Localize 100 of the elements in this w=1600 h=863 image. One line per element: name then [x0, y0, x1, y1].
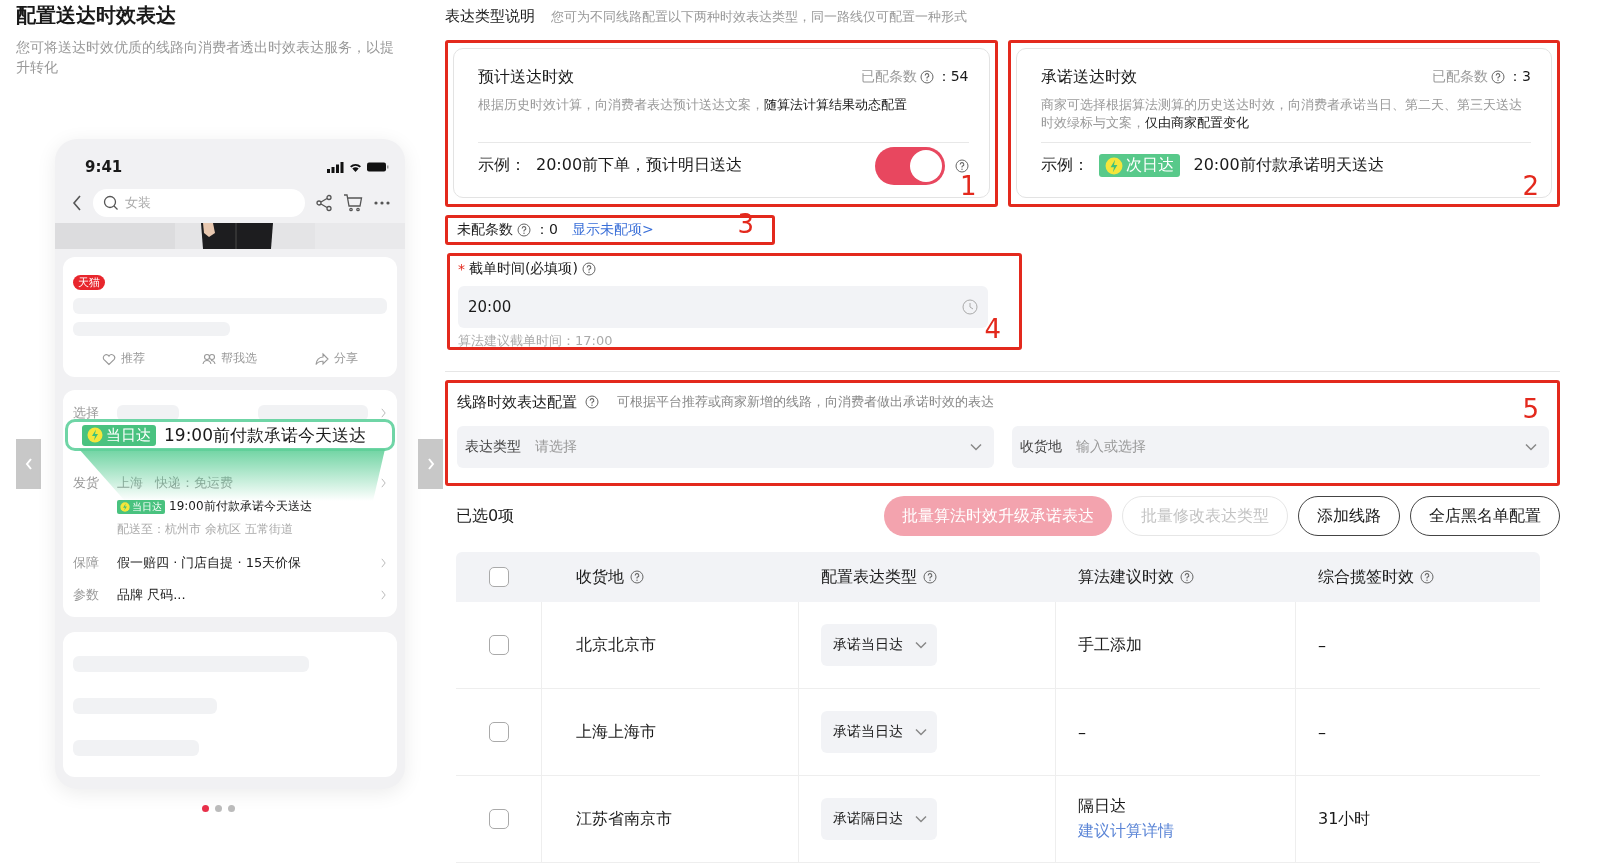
- example-text: 20:00前下单，预计明日送达: [536, 155, 743, 177]
- toggle-switch[interactable]: [874, 146, 945, 185]
- chevron-right-icon: [380, 558, 387, 568]
- delivery-badge: 当日达: [82, 424, 156, 446]
- chevron-right-icon: [380, 590, 387, 600]
- example-label: 示例：: [1040, 155, 1089, 177]
- row-checkbox[interactable]: [488, 722, 509, 742]
- ship-origin: 上海: [117, 474, 143, 492]
- chevron-right-icon: [426, 458, 435, 470]
- filter-select[interactable]: 表达类型 请选择: [457, 425, 994, 468]
- caret-down-icon: [915, 728, 927, 736]
- type-select[interactable]: 承诺当日达: [821, 624, 937, 666]
- clock-icon: [962, 298, 978, 315]
- card-title: 承诺送达时效: [1040, 66, 1137, 88]
- details-link[interactable]: 建议计算详情: [1078, 821, 1174, 842]
- caret-down-icon: [915, 815, 927, 823]
- row-checkbox[interactable]: [488, 635, 509, 655]
- pager-dot[interactable]: [214, 805, 222, 812]
- action-button[interactable]: 添加线路: [1298, 496, 1400, 537]
- pager-dot[interactable]: [201, 805, 209, 812]
- lightning-icon: [120, 501, 130, 512]
- count-value: ：54: [936, 68, 969, 87]
- card-description: 根据历史时效计算，向消费者表达预计送达文案，随算法计算结果动态配置: [478, 95, 908, 114]
- help-icon[interactable]: [1420, 570, 1434, 584]
- status-time: 9:41: [85, 158, 123, 176]
- page-title: 配置送达时效表达: [16, 2, 177, 29]
- page-subtitle: 您可将送达时效优质的线路向消费者透出时效表达服务，以提升转化: [16, 38, 395, 77]
- more-icon[interactable]: [373, 200, 391, 206]
- lightning-icon: [1104, 156, 1123, 175]
- delivery-address: 配送至：杭州市 余杭区 五常街道: [117, 521, 294, 538]
- forward-icon: [315, 351, 330, 366]
- help-icon[interactable]: [1491, 70, 1506, 85]
- filter-select[interactable]: 收货地 输入或选择: [1012, 425, 1549, 468]
- store-tag: 天猫: [73, 275, 105, 290]
- signal-icon: [327, 161, 344, 173]
- heart-icon: [101, 351, 116, 366]
- annotation-number: 5: [1522, 394, 1539, 423]
- chevron-right-icon: [380, 408, 387, 418]
- row-checkbox[interactable]: [488, 809, 509, 829]
- search-icon: [103, 195, 119, 211]
- pager-dot[interactable]: [227, 805, 235, 812]
- help-icon[interactable]: [517, 223, 531, 238]
- help-icon[interactable]: [954, 158, 969, 173]
- help-icon[interactable]: [581, 261, 596, 276]
- delivery-badge: 次日达: [1098, 154, 1180, 178]
- column-header: 配置表达类型: [821, 566, 917, 588]
- callout-text: 19:00前付款承诺今天送达: [164, 423, 366, 447]
- caret-down-icon: [970, 442, 982, 451]
- row-value: 品牌 尺码...: [117, 586, 187, 604]
- help-icon[interactable]: [919, 70, 934, 85]
- table-cell: 31小时: [1318, 808, 1371, 830]
- row-label: 保障: [73, 554, 100, 572]
- lightning-icon: [87, 427, 103, 443]
- row-label: 参数: [73, 586, 100, 604]
- help-icon[interactable]: [923, 570, 937, 584]
- table-cell: –: [1318, 722, 1326, 742]
- wifi-icon: [349, 161, 362, 173]
- caret-down-icon: [1525, 442, 1537, 451]
- section-title: 表达类型说明: [445, 7, 535, 27]
- time-field[interactable]: 20:00: [458, 285, 988, 328]
- count-value: ：3: [1508, 68, 1531, 87]
- table-cell: 北京北京市: [576, 634, 656, 656]
- section-title: 线路时效表达配置: [457, 392, 577, 412]
- help-icon[interactable]: [630, 570, 644, 584]
- action-button[interactable]: 全店黑名单配置: [1410, 496, 1560, 537]
- count-label: 已配条数: [1432, 68, 1489, 87]
- field-label: 截单时间(必填项): [469, 259, 578, 278]
- help-icon[interactable]: [585, 395, 599, 410]
- annotation-number: 2: [1522, 172, 1539, 201]
- back-icon[interactable]: [71, 194, 83, 212]
- column-header: 算法建议时效: [1078, 566, 1174, 588]
- cart-icon[interactable]: [343, 194, 363, 212]
- column-header: 收货地: [576, 566, 624, 588]
- example-label: 示例：: [478, 155, 526, 177]
- select-all-checkbox[interactable]: [489, 567, 509, 587]
- table-cell: 江苏省南京市: [576, 808, 672, 830]
- table-cell: –: [1318, 635, 1326, 655]
- unconfigured-count: ：0: [535, 221, 558, 240]
- show-unconfigured-link[interactable]: 显示未配项>: [571, 221, 654, 240]
- chevron-left-icon: [24, 458, 33, 470]
- count-label: 已配条数: [860, 68, 917, 87]
- table-cell: 上海上海市: [576, 721, 656, 743]
- share-icon[interactable]: [315, 194, 333, 212]
- shipping-info: 快递：免运费: [155, 474, 234, 492]
- row-label: 选择: [73, 404, 100, 422]
- caret-down-icon: [915, 641, 927, 649]
- unconfigured-label: 未配条数: [457, 221, 513, 240]
- type-select[interactable]: 承诺当日达: [821, 711, 937, 753]
- type-select[interactable]: 承诺隔日达: [821, 798, 937, 840]
- table-cell: –: [1078, 722, 1086, 742]
- chevron-right-icon: [380, 478, 387, 488]
- selection-count: 已选0项: [456, 505, 515, 527]
- card-title: 预计送达时效: [478, 66, 574, 88]
- column-header: 综合揽签时效: [1318, 566, 1414, 588]
- row-label: 发货: [73, 474, 100, 492]
- promise-text: 19:00前付款承诺今天送达: [169, 498, 312, 515]
- card-description: 商家可选择根据算法测算的历史送达时效，向消费者承诺当日、第二天、第三天送达时效绿标与文案，仅由商家配置变化: [1040, 95, 1523, 132]
- help-icon[interactable]: [1180, 570, 1194, 584]
- section-hint: 可根据平台推荐或商家新增的线路，向消费者做出承诺时效的表达: [617, 393, 994, 412]
- field-hint: 算法建议截单时间：17:00: [458, 331, 614, 350]
